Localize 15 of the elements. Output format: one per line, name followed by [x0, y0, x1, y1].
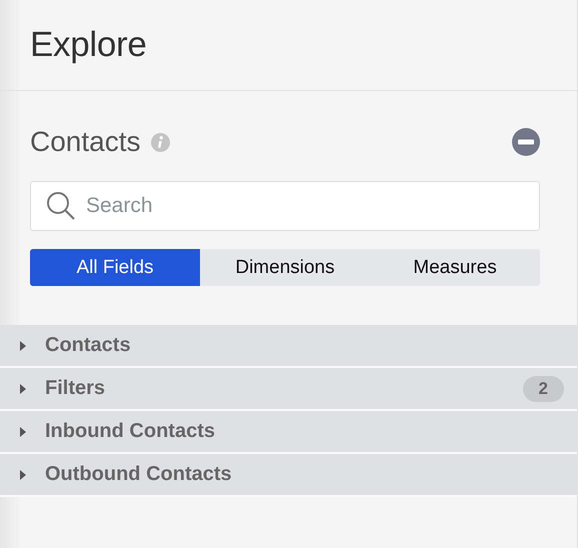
collapse-icon[interactable] — [512, 128, 540, 156]
group-label: Inbound Contacts — [45, 420, 216, 443]
count-badge: 2 — [522, 376, 564, 402]
group-header[interactable]: Filters 2 — [0, 368, 577, 411]
group-label: Contacts — [45, 334, 132, 357]
group-header[interactable]: Inbound Contacts — [0, 411, 577, 454]
group-header[interactable]: Contacts — [0, 325, 577, 368]
page-title: Explore — [30, 25, 147, 65]
group-label: Filters — [45, 377, 106, 400]
group-label: Outbound Contacts — [45, 463, 233, 486]
filter-tab[interactable]: All Fields — [30, 249, 200, 286]
group-header[interactable]: Outbound Contacts — [0, 454, 577, 497]
search-icon — [45, 190, 77, 222]
search-field[interactable]: Search — [30, 181, 540, 231]
section-title: Contacts — [30, 126, 140, 158]
